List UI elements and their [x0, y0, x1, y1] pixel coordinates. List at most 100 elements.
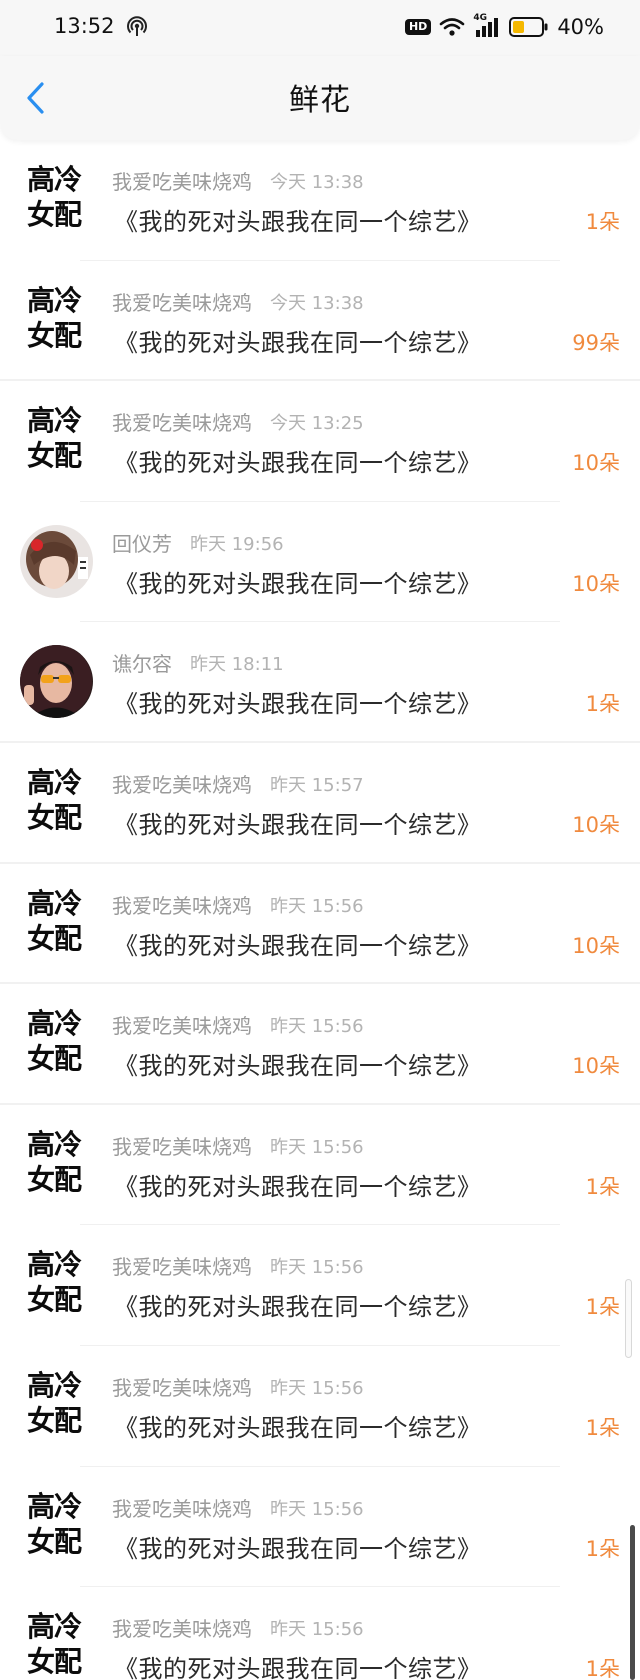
- status-icons: HD 4G 40%: [404, 13, 604, 40]
- list-item-7[interactable]: 高冷 女配 我爱吃美味烧鸡 昨天 15:56 《我的死对头跟我在同一个综艺》 1…: [0, 864, 640, 985]
- list-item-3[interactable]: 高冷 女配 我爱吃美味烧鸡 今天 13:25 《我的死对头跟我在同一个综艺》 1…: [0, 381, 640, 502]
- flower-count: 10朵: [572, 571, 620, 596]
- avatar-line-1: 高冷: [27, 283, 82, 317]
- flower-count: 1朵: [585, 1295, 620, 1320]
- avatar-photo[interactable]: [20, 645, 93, 719]
- avatar-line-1: 高冷: [27, 1610, 82, 1644]
- app-screen: 13:52 HD 4G 40% 鲜花 高冷 女配 我爱吃美味烧鸡 今天 13:3…: [0, 0, 640, 1680]
- list-item-6[interactable]: 高冷 女配 我爱吃美味烧鸡 昨天 15:57 《我的死对头跟我在同一个综艺》 1…: [0, 743, 640, 864]
- avatar-line-2: 女配: [27, 1283, 82, 1317]
- sender-name[interactable]: 我爱吃美味烧鸡: [112, 769, 252, 798]
- book-title: 《我的死对头跟我在同一个综艺》: [114, 208, 482, 236]
- avatar-line-2: 女配: [27, 1403, 82, 1437]
- send-time: 今天 13:25: [270, 413, 364, 435]
- book-title: 《我的死对头跟我在同一个综艺》: [114, 1052, 482, 1081]
- avatar-line-2: 女配: [27, 318, 82, 352]
- book-title: 《我的死对头跟我在同一个综艺》: [114, 328, 482, 357]
- book-title: 《我的死对头跟我在同一个综艺》: [114, 1655, 482, 1680]
- avatar-line-2: 女配: [27, 1524, 82, 1558]
- avatar-line-2: 女配: [27, 921, 82, 955]
- avatar-line-2: 女配: [27, 800, 82, 834]
- sender-name[interactable]: 我爱吃美味烧鸡: [112, 407, 252, 436]
- avatar-line-1: 高冷: [27, 765, 82, 799]
- book-title: 《我的死对头跟我在同一个综艺》: [114, 931, 482, 960]
- avatar-line-1: 高冷: [27, 886, 82, 920]
- avatar[interactable]: 高冷 女配: [27, 1489, 89, 1559]
- flower-gift-list: 高冷 女配 我爱吃美味烧鸡 今天 13:38 《我的死对头跟我在同一个综艺》 1…: [0, 140, 640, 1680]
- sender-name[interactable]: 我爱吃美味烧鸡: [112, 1372, 252, 1401]
- avatar[interactable]: 高冷 女配: [27, 886, 89, 956]
- list-item-1[interactable]: 高冷 女配 我爱吃美味烧鸡 今天 13:38 《我的死对头跟我在同一个综艺》 1…: [0, 140, 640, 261]
- sender-name[interactable]: 我爱吃美味烧鸡: [112, 1613, 252, 1642]
- flower-count: 1朵: [585, 1536, 620, 1561]
- send-time: 昨天 15:56: [270, 1619, 364, 1641]
- sender-name[interactable]: 我爱吃美味烧鸡: [112, 287, 252, 316]
- sender-name[interactable]: 我爱吃美味烧鸡: [112, 890, 252, 919]
- send-time: 昨天 19:56: [190, 533, 284, 555]
- flower-count: 10朵: [572, 1054, 620, 1079]
- list-item-12[interactable]: 高冷 女配 我爱吃美味烧鸡 昨天 15:56 《我的死对头跟我在同一个综艺》 1…: [0, 1467, 640, 1588]
- send-time: 昨天 15:56: [270, 895, 364, 917]
- book-title: 《我的死对头跟我在同一个综艺》: [114, 1413, 482, 1442]
- avatar[interactable]: 高冷 女配: [27, 403, 89, 473]
- book-title: 《我的死对头跟我在同一个综艺》: [114, 810, 482, 839]
- sender-name[interactable]: 谯尔容: [112, 648, 172, 677]
- list-item-11[interactable]: 高冷 女配 我爱吃美味烧鸡 昨天 15:56 《我的死对头跟我在同一个综艺》 1…: [0, 1346, 640, 1467]
- sender-name[interactable]: 我爱吃美味烧鸡: [112, 1131, 252, 1160]
- avatar-line-1: 高冷: [27, 1127, 82, 1161]
- sender-name[interactable]: 我爱吃美味烧鸡: [112, 1251, 252, 1280]
- avatar[interactable]: 高冷 女配: [27, 1006, 89, 1076]
- status-bar: 13:52 HD 4G 40%: [0, 0, 640, 56]
- sender-name[interactable]: 我爱吃美味烧鸡: [112, 1493, 252, 1522]
- avatar[interactable]: 高冷 女配: [27, 765, 89, 835]
- scrollbar-track[interactable]: [630, 1525, 635, 1680]
- avatar-line-1: 高冷: [27, 1368, 82, 1402]
- avatar[interactable]: 高冷 女配: [27, 1127, 89, 1197]
- send-time: 昨天 15:56: [270, 1016, 364, 1038]
- avatar[interactable]: 高冷 女配: [27, 1609, 89, 1679]
- avatar-line-2: 女配: [27, 1162, 82, 1196]
- send-time: 昨天 18:11: [190, 654, 284, 676]
- send-time: 今天 13:38: [270, 292, 364, 314]
- send-time: 昨天 15:56: [270, 1136, 364, 1158]
- status-time: 13:52: [54, 14, 115, 38]
- send-time: 昨天 15:56: [270, 1377, 364, 1399]
- send-time: 昨天 15:57: [270, 774, 364, 796]
- list-item-2[interactable]: 高冷 女配 我爱吃美味烧鸡 今天 13:38 《我的死对头跟我在同一个综艺》 9…: [0, 261, 640, 382]
- page-title: 鲜花: [289, 83, 351, 118]
- list-item-4[interactable]: 回仪芳 昨天 19:56 《我的死对头跟我在同一个综艺》 10朵: [0, 502, 640, 623]
- flower-count: 1朵: [585, 692, 620, 717]
- list-item-8[interactable]: 高冷 女配 我爱吃美味烧鸡 昨天 15:56 《我的死对头跟我在同一个综艺》 1…: [0, 984, 640, 1105]
- list-item-13[interactable]: 高冷 女配 我爱吃美味烧鸡 昨天 15:56 《我的死对头跟我在同一个综艺》 1…: [0, 1587, 640, 1680]
- avatar[interactable]: 高冷 女配: [27, 283, 89, 353]
- avatar[interactable]: 高冷 女配: [27, 1247, 89, 1317]
- nav-bar: 鲜花: [0, 56, 640, 140]
- sender-name[interactable]: 我爱吃美味烧鸡: [112, 1010, 252, 1039]
- list-item-5[interactable]: 谯尔容 昨天 18:11 《我的死对头跟我在同一个综艺》 1朵: [0, 622, 640, 743]
- flower-count: 10朵: [572, 933, 620, 958]
- flower-count: 10朵: [572, 451, 620, 476]
- list-item-10[interactable]: 高冷 女配 我爱吃美味烧鸡 昨天 15:56 《我的死对头跟我在同一个综艺》 1…: [0, 1225, 640, 1346]
- sender-name[interactable]: 我爱吃美味烧鸡: [112, 166, 252, 195]
- avatar[interactable]: 高冷 女配: [27, 162, 89, 232]
- book-title: 《我的死对头跟我在同一个综艺》: [114, 449, 482, 478]
- flower-count: 10朵: [572, 812, 620, 837]
- send-time: 昨天 15:56: [270, 1498, 364, 1520]
- avatar-line-1: 高冷: [27, 1489, 82, 1523]
- book-title: 《我的死对头跟我在同一个综艺》: [114, 1293, 482, 1322]
- avatar-line-1: 高冷: [27, 404, 82, 438]
- avatar-photo[interactable]: [20, 524, 93, 598]
- flower-count: 1朵: [585, 210, 620, 234]
- scrollbar-thumb[interactable]: [625, 1279, 632, 1358]
- sender-name[interactable]: 回仪芳: [112, 528, 172, 557]
- avatar-line-1: 高冷: [27, 163, 82, 196]
- avatar[interactable]: 高冷 女配: [27, 1368, 89, 1438]
- avatar-line-2: 女配: [27, 439, 82, 473]
- avatar-line-2: 女配: [27, 1645, 82, 1679]
- list-item-9[interactable]: 高冷 女配 我爱吃美味烧鸡 昨天 15:56 《我的死对头跟我在同一个综艺》 1…: [0, 1105, 640, 1226]
- avatar-line-2: 女配: [27, 1042, 82, 1076]
- send-time: 今天 13:38: [270, 172, 364, 193]
- wifi-icon: [440, 18, 465, 36]
- hotspot-icon: [127, 16, 147, 36]
- book-title: 《我的死对头跟我在同一个综艺》: [114, 1172, 482, 1201]
